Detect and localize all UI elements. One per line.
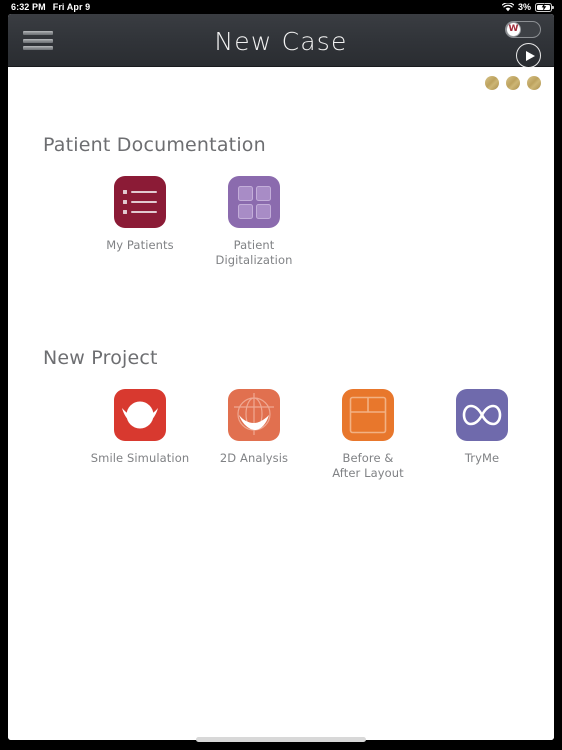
ipad-device-frame: 6:32 PM Fri Apr 9 3% New Case W Patient …: [0, 0, 562, 750]
gold-dots-indicator: [485, 76, 541, 90]
battery-percent-label: 3%: [517, 2, 531, 12]
gold-dot-icon[interactable]: [527, 76, 541, 90]
ios-status-bar: 6:32 PM Fri Apr 9 3%: [0, 0, 562, 14]
bolt-icon: [541, 3, 546, 11]
tile-label: TryMe: [464, 451, 500, 465]
tile-row-new-project: Smile Simulation 2D Analysis Before & Af…: [83, 389, 554, 481]
tile-label: Smile Simulation: [90, 451, 190, 465]
tile-my-patients[interactable]: My Patients: [83, 176, 197, 268]
tile-label: My Patients: [106, 238, 174, 252]
section-title: Patient Documentation: [43, 134, 266, 156]
tile-smile-simulation[interactable]: Smile Simulation: [83, 389, 197, 481]
tile-label: 2D Analysis: [219, 451, 289, 465]
tile-label: Patient Digitalization: [215, 238, 293, 267]
2d-analysis-icon: [228, 389, 280, 441]
tile-tryme[interactable]: TryMe: [425, 389, 539, 481]
battery-charging-icon: [535, 2, 554, 12]
infinity-icon: [456, 389, 508, 441]
home-indicator-bar[interactable]: [196, 737, 366, 742]
section-title: New Project: [43, 347, 158, 369]
page-title: New Case: [214, 27, 348, 56]
section-new-project: New Project Smile Simulation 2D Analysis…: [8, 347, 554, 481]
tile-2d-analysis[interactable]: 2D Analysis: [197, 389, 311, 481]
tile-label: Before & After Layout: [332, 451, 404, 480]
status-bar-date: Fri Apr 9: [52, 2, 91, 12]
status-bar-left: 6:32 PM Fri Apr 9: [11, 2, 90, 12]
mode-toggle-switch[interactable]: W: [505, 21, 541, 38]
toggle-knob-label: W: [506, 22, 521, 37]
patient-list-icon: [114, 176, 166, 228]
gold-dot-icon[interactable]: [506, 76, 520, 90]
section-patient-documentation: Patient Documentation My Patients Patien…: [8, 134, 554, 268]
status-bar-right: 3%: [501, 2, 554, 12]
layout-frame-icon: [342, 389, 394, 441]
tile-before-after-layout[interactable]: Before & After Layout: [311, 389, 425, 481]
app-screen: New Case W Patient Documentation My Pati…: [8, 14, 554, 740]
grid-quadrant-icon: [228, 176, 280, 228]
gold-dot-icon[interactable]: [485, 76, 499, 90]
app-navbar: New Case W: [8, 14, 554, 68]
play-icon: [525, 50, 535, 61]
play-button[interactable]: [516, 43, 541, 68]
wifi-icon: [501, 2, 514, 11]
tile-patient-digitalization[interactable]: Patient Digitalization: [197, 176, 311, 268]
status-bar-time: 6:32 PM: [11, 2, 46, 12]
main-content: Patient Documentation My Patients Patien…: [8, 67, 554, 740]
tile-row-patient-documentation: My Patients Patient Digitalization: [83, 176, 554, 268]
smile-simulation-icon: [114, 389, 166, 441]
